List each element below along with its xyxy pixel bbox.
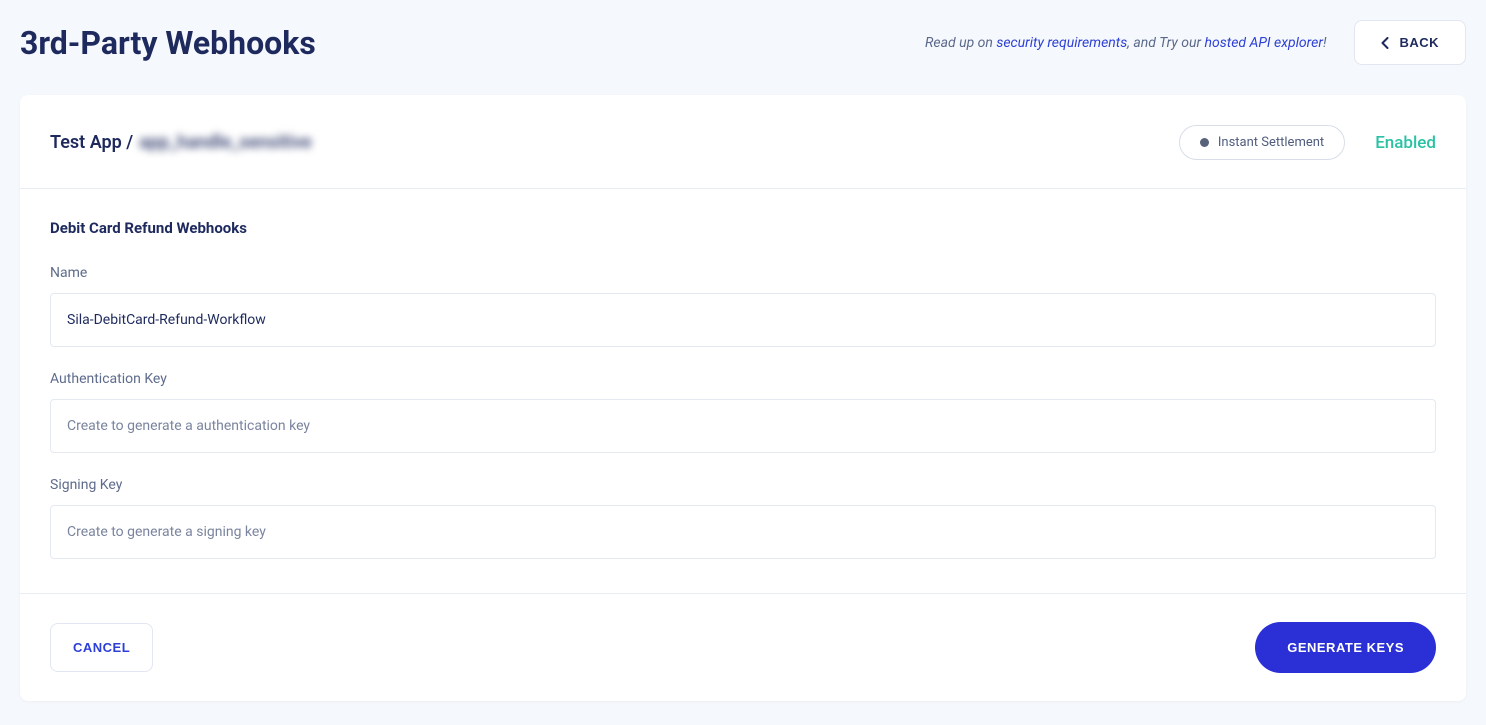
card-header: Test App / app_handle_sensitive Instant … <box>20 95 1466 189</box>
signing-key-label: Signing Key <box>50 477 1436 493</box>
name-label: Name <box>50 265 1436 281</box>
header-info-text: Read up on security requirements, and Tr… <box>925 35 1326 51</box>
form-group-name: Name <box>50 265 1436 347</box>
back-button-label: BACK <box>1399 35 1439 50</box>
page-header: 3rd-Party Webhooks Read up on security r… <box>20 20 1466 65</box>
instant-settlement-badge[interactable]: Instant Settlement <box>1179 125 1345 160</box>
card-body: Debit Card Refund Webhooks Name Authenti… <box>20 189 1466 594</box>
name-input[interactable] <box>50 293 1436 347</box>
page-title: 3rd-Party Webhooks <box>20 24 316 62</box>
breadcrumb-detail-redacted: app_handle_sensitive <box>139 132 312 153</box>
auth-key-input[interactable] <box>50 399 1436 453</box>
header-right: Read up on security requirements, and Tr… <box>925 20 1466 65</box>
cancel-button[interactable]: CANCEL <box>50 623 153 672</box>
chevron-left-icon <box>1381 37 1389 49</box>
form-group-signing-key: Signing Key <box>50 477 1436 559</box>
auth-key-label: Authentication Key <box>50 371 1436 387</box>
webhook-card: Test App / app_handle_sensitive Instant … <box>20 95 1466 701</box>
status-enabled-label: Enabled <box>1375 133 1436 153</box>
card-footer: CANCEL GENERATE KEYS <box>20 594 1466 701</box>
badge-label: Instant Settlement <box>1218 135 1324 150</box>
security-requirements-link[interactable]: security requirements <box>996 35 1127 51</box>
back-button[interactable]: BACK <box>1354 20 1466 65</box>
breadcrumb: Test App / app_handle_sensitive <box>50 132 312 153</box>
section-title: Debit Card Refund Webhooks <box>50 219 1436 237</box>
signing-key-input[interactable] <box>50 505 1436 559</box>
form-group-auth-key: Authentication Key <box>50 371 1436 453</box>
hosted-api-explorer-link[interactable]: hosted API explorer <box>1205 35 1323 51</box>
card-header-right: Instant Settlement Enabled <box>1179 125 1436 160</box>
breadcrumb-app: Test App / <box>50 132 133 153</box>
status-dot-icon <box>1200 138 1209 147</box>
generate-keys-button[interactable]: GENERATE KEYS <box>1255 622 1436 673</box>
